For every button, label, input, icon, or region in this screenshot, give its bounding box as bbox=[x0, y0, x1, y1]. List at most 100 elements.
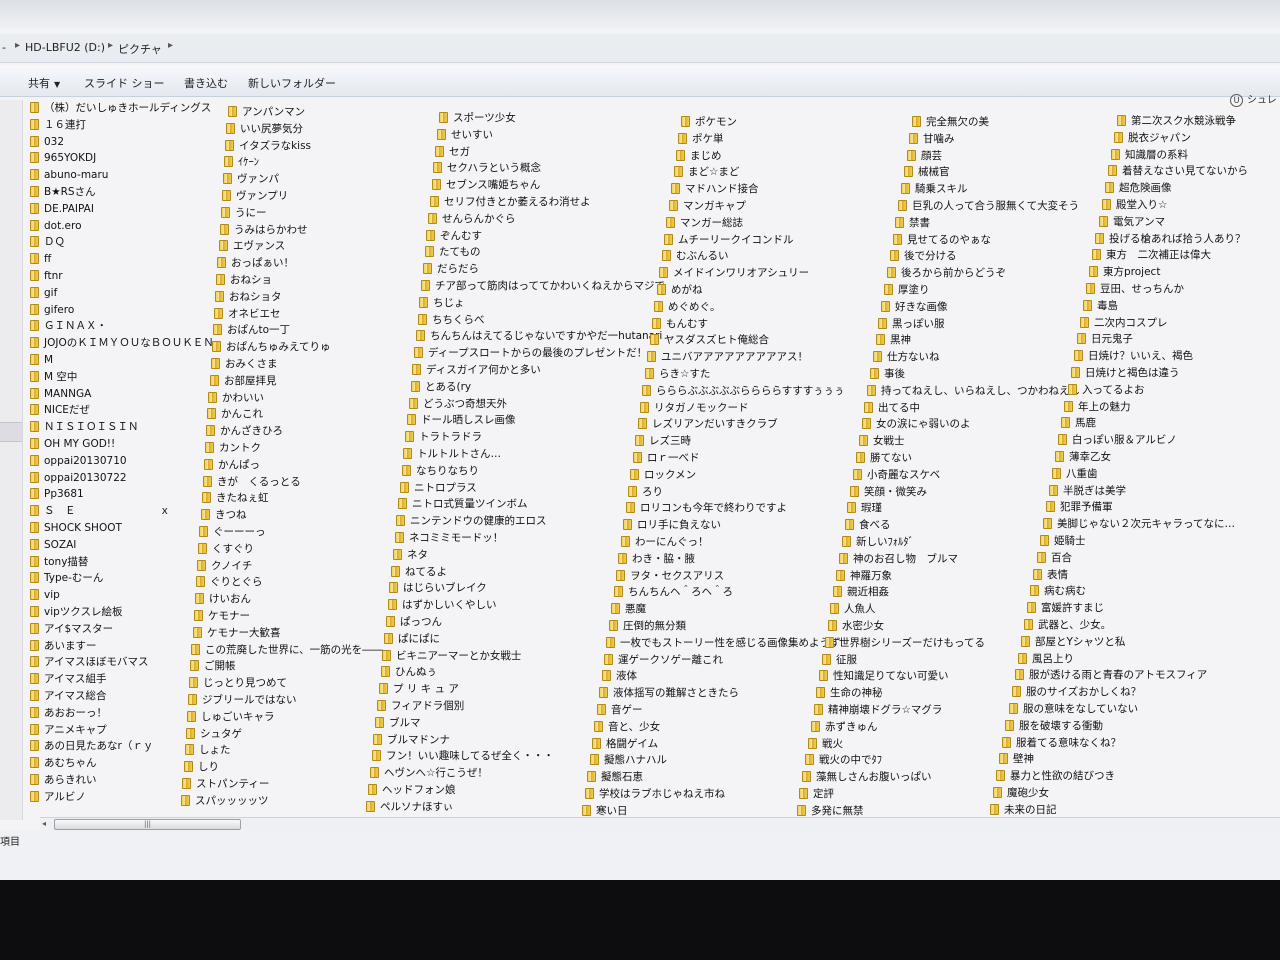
folder-item[interactable]: NICEだぜ bbox=[30, 402, 90, 418]
folder-item[interactable]: アイマスほぼモバマス bbox=[30, 654, 148, 670]
folder-item[interactable]: ちじょ bbox=[419, 295, 465, 311]
folder-item[interactable]: あらきれい bbox=[30, 772, 97, 788]
folder-item[interactable]: ヤスダスズヒト俺総合 bbox=[650, 332, 769, 348]
folder-item[interactable]: 馬鹿 bbox=[1061, 415, 1096, 431]
folder-item[interactable]: ヘヴンへ☆行こうぜ！ bbox=[370, 765, 488, 781]
folder-item[interactable]: 美脚じゃない２次元キャラってなに… bbox=[1043, 516, 1235, 532]
folder-item[interactable]: だらだら bbox=[423, 261, 479, 277]
folder-item[interactable]: 征服 bbox=[822, 652, 857, 668]
folder-item[interactable]: １６連打 bbox=[30, 117, 86, 133]
breadcrumb-drive[interactable]: HD-LBFU2 (D:) bbox=[25, 41, 105, 54]
folder-item[interactable]: マンガキャプ bbox=[669, 198, 746, 214]
folder-item[interactable]: めがね bbox=[657, 282, 703, 298]
folder-item[interactable]: 犯罪予備軍 bbox=[1046, 499, 1113, 515]
folder-item[interactable]: ヴァンパ bbox=[223, 171, 279, 187]
folder-item[interactable]: ぱにぱに bbox=[384, 631, 440, 647]
folder-item[interactable]: かんざきひろ bbox=[206, 423, 283, 439]
folder-item[interactable]: tony描替 bbox=[30, 554, 88, 570]
folder-item[interactable]: ぐりとぐら bbox=[196, 574, 263, 590]
folder-item[interactable]: 電気アンマ bbox=[1099, 214, 1165, 230]
folder-item[interactable]: ヲタ・セクスアリス bbox=[616, 568, 724, 584]
folder-item[interactable]: 965YOKDJ bbox=[30, 150, 96, 166]
folder-item[interactable]: ジブリールではない bbox=[188, 692, 297, 708]
folder-item[interactable]: ニトロ式質量ツインボム bbox=[398, 496, 528, 512]
folder-item[interactable]: 服を破壊する衝動 bbox=[1005, 718, 1103, 734]
folder-item[interactable]: とある(ry bbox=[411, 379, 471, 395]
folder-item[interactable]: あむちゃん bbox=[30, 755, 97, 771]
folder-item[interactable]: 日焼けと褐色は違う bbox=[1071, 365, 1180, 381]
folder-item[interactable]: ケモナー大歓喜 bbox=[193, 625, 281, 641]
scroll-left-icon[interactable]: ◂ bbox=[42, 818, 46, 830]
folder-item[interactable]: この荒廃した世界に、一筋の光を―― bbox=[191, 642, 383, 658]
folder-item[interactable]: 殿堂入り☆ bbox=[1102, 197, 1167, 213]
folder-item[interactable]: ｲｹｰﾝ bbox=[224, 154, 259, 170]
address-bar[interactable]: - ▸ HD-LBFU2 (D:) ▸ ピクチャ ▸ bbox=[0, 34, 1280, 63]
folder-item[interactable]: 病む病む bbox=[1030, 583, 1086, 599]
folder-item[interactable]: かんぱっ bbox=[204, 457, 260, 473]
folder-item[interactable]: エヴァンス bbox=[219, 238, 285, 254]
folder-item[interactable]: セブンス嘴姫ちゃん bbox=[432, 177, 540, 193]
folder-item[interactable]: おねショタ bbox=[215, 289, 282, 305]
folder-item[interactable]: （株）だいしゅきホールディングス bbox=[30, 100, 211, 116]
folder-item[interactable]: 表情 bbox=[1033, 567, 1068, 583]
folder-item[interactable]: 液体 bbox=[602, 668, 637, 684]
folder-item[interactable]: どうぶつ奇想天外 bbox=[409, 396, 507, 412]
folder-item[interactable]: シュタゲ bbox=[186, 726, 242, 742]
chevron-right-icon[interactable]: ▸ bbox=[15, 40, 20, 51]
folder-item[interactable]: 騎乗スキル bbox=[901, 181, 968, 197]
folder-item[interactable]: ニトロプラス bbox=[400, 480, 477, 496]
folder-item[interactable]: トルトルトさん… bbox=[403, 446, 501, 462]
folder-item[interactable]: わき・脇・腋 bbox=[618, 551, 695, 567]
folder-item[interactable]: 年上の魅力 bbox=[1064, 399, 1131, 415]
folder-item[interactable]: 勝てない bbox=[856, 450, 912, 466]
folder-item[interactable]: 服の意味をなしていない bbox=[1009, 701, 1138, 717]
folder-item[interactable]: トラトラドラ bbox=[405, 429, 482, 445]
folder-item[interactable]: 神のお召し物 ブルマ bbox=[839, 551, 958, 567]
folder-item[interactable]: 一枚でもストーリー性を感じる画像集めようず bbox=[606, 635, 841, 651]
folder-item[interactable]: 女の涙にゃ弱いのよ bbox=[862, 416, 971, 432]
folder-item[interactable]: 音と、少女 bbox=[594, 719, 660, 735]
folder-item[interactable]: イタズラなkiss bbox=[225, 138, 311, 154]
folder-item[interactable]: カントク bbox=[205, 440, 261, 456]
folder-item[interactable]: ネコミミモードッ！ bbox=[395, 530, 503, 546]
folder-item[interactable]: じっとり見つめて bbox=[189, 675, 287, 691]
folder-item[interactable]: きたねぇ虹 bbox=[202, 490, 269, 506]
folder-item[interactable]: 着替えなさい見てないから bbox=[1108, 163, 1248, 179]
folder-item[interactable]: 後ろから前からどうぞ bbox=[887, 265, 1006, 281]
folder-item[interactable]: 持ってねえし、いらねえし、つかわねえし bbox=[867, 383, 1080, 399]
folder-item[interactable]: ＮＩＳＩＯＩＳＩＮ bbox=[30, 419, 139, 435]
folder-item[interactable]: SHOCK SHOOT bbox=[30, 520, 122, 536]
folder-item[interactable]: 格闘ゲイム bbox=[592, 736, 658, 752]
horizontal-scrollbar[interactable]: ◂ ||| bbox=[40, 817, 1280, 830]
folder-item[interactable]: 富媛許すまじ bbox=[1027, 600, 1104, 616]
folder-item[interactable]: うにー bbox=[221, 205, 267, 221]
folder-item[interactable]: せいすい bbox=[437, 127, 493, 143]
folder-item[interactable]: vipツクスレ絵板 bbox=[30, 604, 122, 620]
folder-item[interactable]: クノイチ bbox=[197, 558, 252, 574]
folder-item[interactable]: はじらいブレイク bbox=[389, 580, 487, 596]
folder-item[interactable]: 日元鬼子 bbox=[1077, 331, 1133, 347]
folder-item[interactable]: 厚塗り bbox=[884, 282, 930, 298]
folder-item[interactable]: ヴァンプリ bbox=[222, 188, 288, 204]
folder-item[interactable]: メイドインワリオアシュリー bbox=[659, 265, 809, 281]
folder-item[interactable]: DE.PAIPAI bbox=[30, 201, 94, 217]
folder-item[interactable]: 性知識足りてない可愛い bbox=[819, 668, 949, 684]
folder-item[interactable]: セリフ付きとか萎えるわ消せよ bbox=[430, 194, 591, 210]
folder-item[interactable]: 瑕瑾 bbox=[847, 500, 882, 516]
folder-item[interactable]: 未来の日記 bbox=[990, 802, 1057, 818]
folder-item[interactable]: スパッッッッツ bbox=[181, 793, 269, 809]
folder-item[interactable]: 顔芸 bbox=[907, 148, 942, 164]
folder-item[interactable]: いい尻夢気分 bbox=[226, 121, 303, 137]
folder-item[interactable]: まじめ bbox=[676, 148, 722, 164]
folder-item[interactable]: スポーツ少女 bbox=[439, 110, 516, 126]
folder-item[interactable]: 部屋とYシャツと私 bbox=[1021, 634, 1125, 650]
folder-item[interactable]: ドール晒しスレ画像 bbox=[407, 412, 516, 428]
folder-item[interactable]: 日焼け？いいえ、褐色 bbox=[1074, 348, 1193, 364]
folder-item[interactable]: 精神崩壊ドグラ☆マグラ bbox=[814, 702, 942, 718]
folder-item[interactable]: ポケモン bbox=[681, 114, 737, 130]
folder-item[interactable]: 好きな画像 bbox=[881, 299, 948, 315]
folder-item[interactable]: レズ三時 bbox=[635, 433, 691, 449]
folder-item[interactable]: お部屋拝見 bbox=[210, 373, 277, 389]
folder-item[interactable]: ディープスロートからの最後のプレゼントだ！ bbox=[414, 345, 647, 361]
folder-item[interactable]: vip bbox=[30, 587, 60, 603]
